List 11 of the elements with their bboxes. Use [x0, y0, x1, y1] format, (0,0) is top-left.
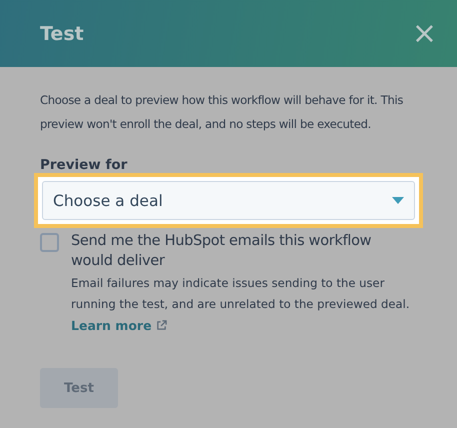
caret-icon — [392, 197, 404, 204]
deal-dropdown[interactable]: Choose a deal — [42, 181, 415, 220]
help-text: Email failures may indicate issues sending to the user running the test, and are unrelated to the previewed deal. — [71, 275, 411, 313]
checkbox[interactable] — [40, 233, 59, 252]
dialog-title: Test — [40, 22, 84, 44]
field-label: Preview for — [40, 157, 128, 173]
checkbox-label: Send me the HubSpot emails this workflow would deliver — [71, 232, 372, 271]
learn-more-link[interactable]: Learn more — [71, 318, 167, 333]
external-link-icon — [156, 320, 167, 331]
close-button[interactable]: × — [412, 18, 437, 48]
description-text: Choose a deal to preview how this workflow will behave for it. This preview won't enroll the deal, and no steps will be executed. — [40, 92, 404, 133]
